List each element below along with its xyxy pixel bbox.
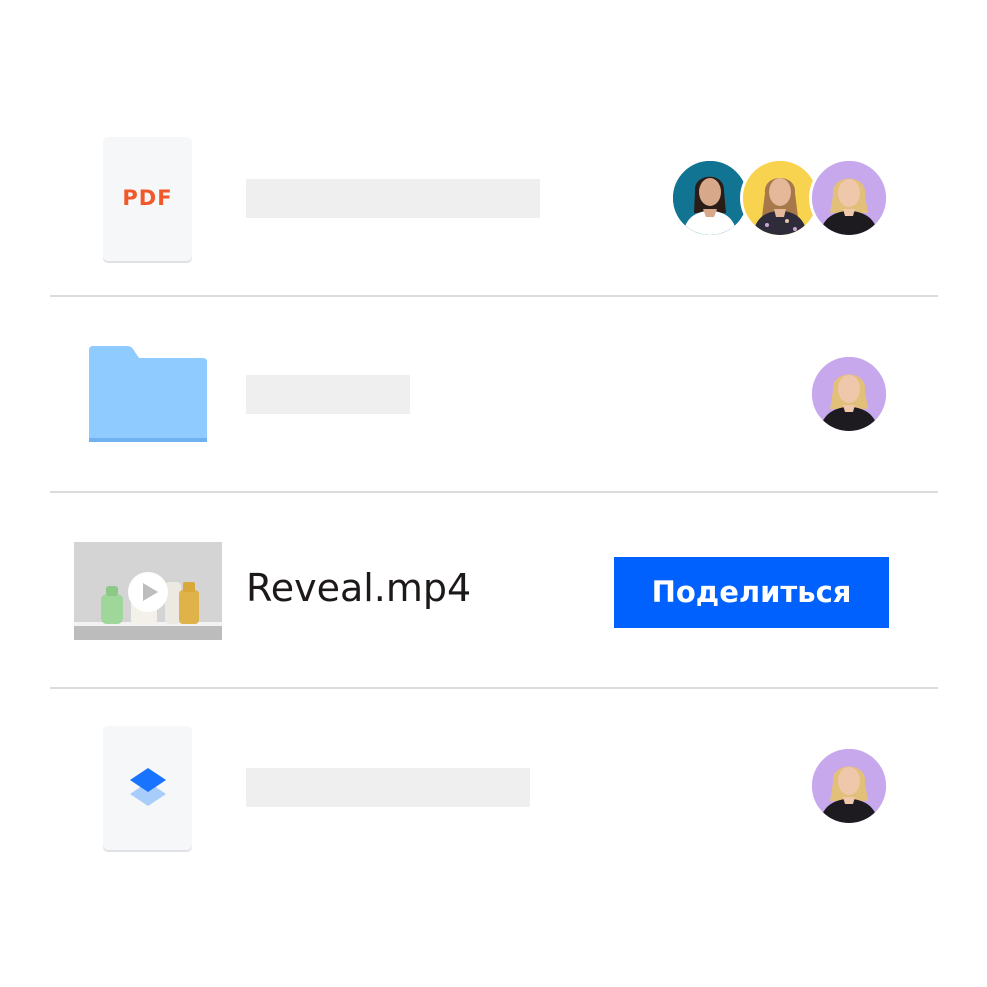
file-row-folder[interactable] [0,297,987,493]
play-icon[interactable] [127,571,169,613]
avatar [809,158,889,238]
file-name-placeholder [246,179,540,218]
file-row-pdf[interactable]: PDF [0,100,987,296]
avatar [740,158,820,238]
share-button[interactable]: Поделиться [614,557,889,628]
file-name-placeholder [246,375,410,414]
pdf-icon-label: PDF [122,186,173,210]
folder-icon [89,346,207,442]
file-document-icon [103,726,192,850]
row-divider [50,491,938,493]
dropbox-logo-icon [130,768,166,806]
file-row-dropbox[interactable] [0,689,987,885]
avatar [670,158,750,238]
avatar [809,746,889,826]
pdf-document-icon: PDF [103,137,192,261]
avatar [809,354,889,434]
file-name: Reveal.mp4 [246,566,472,610]
file-name-placeholder [246,768,530,807]
